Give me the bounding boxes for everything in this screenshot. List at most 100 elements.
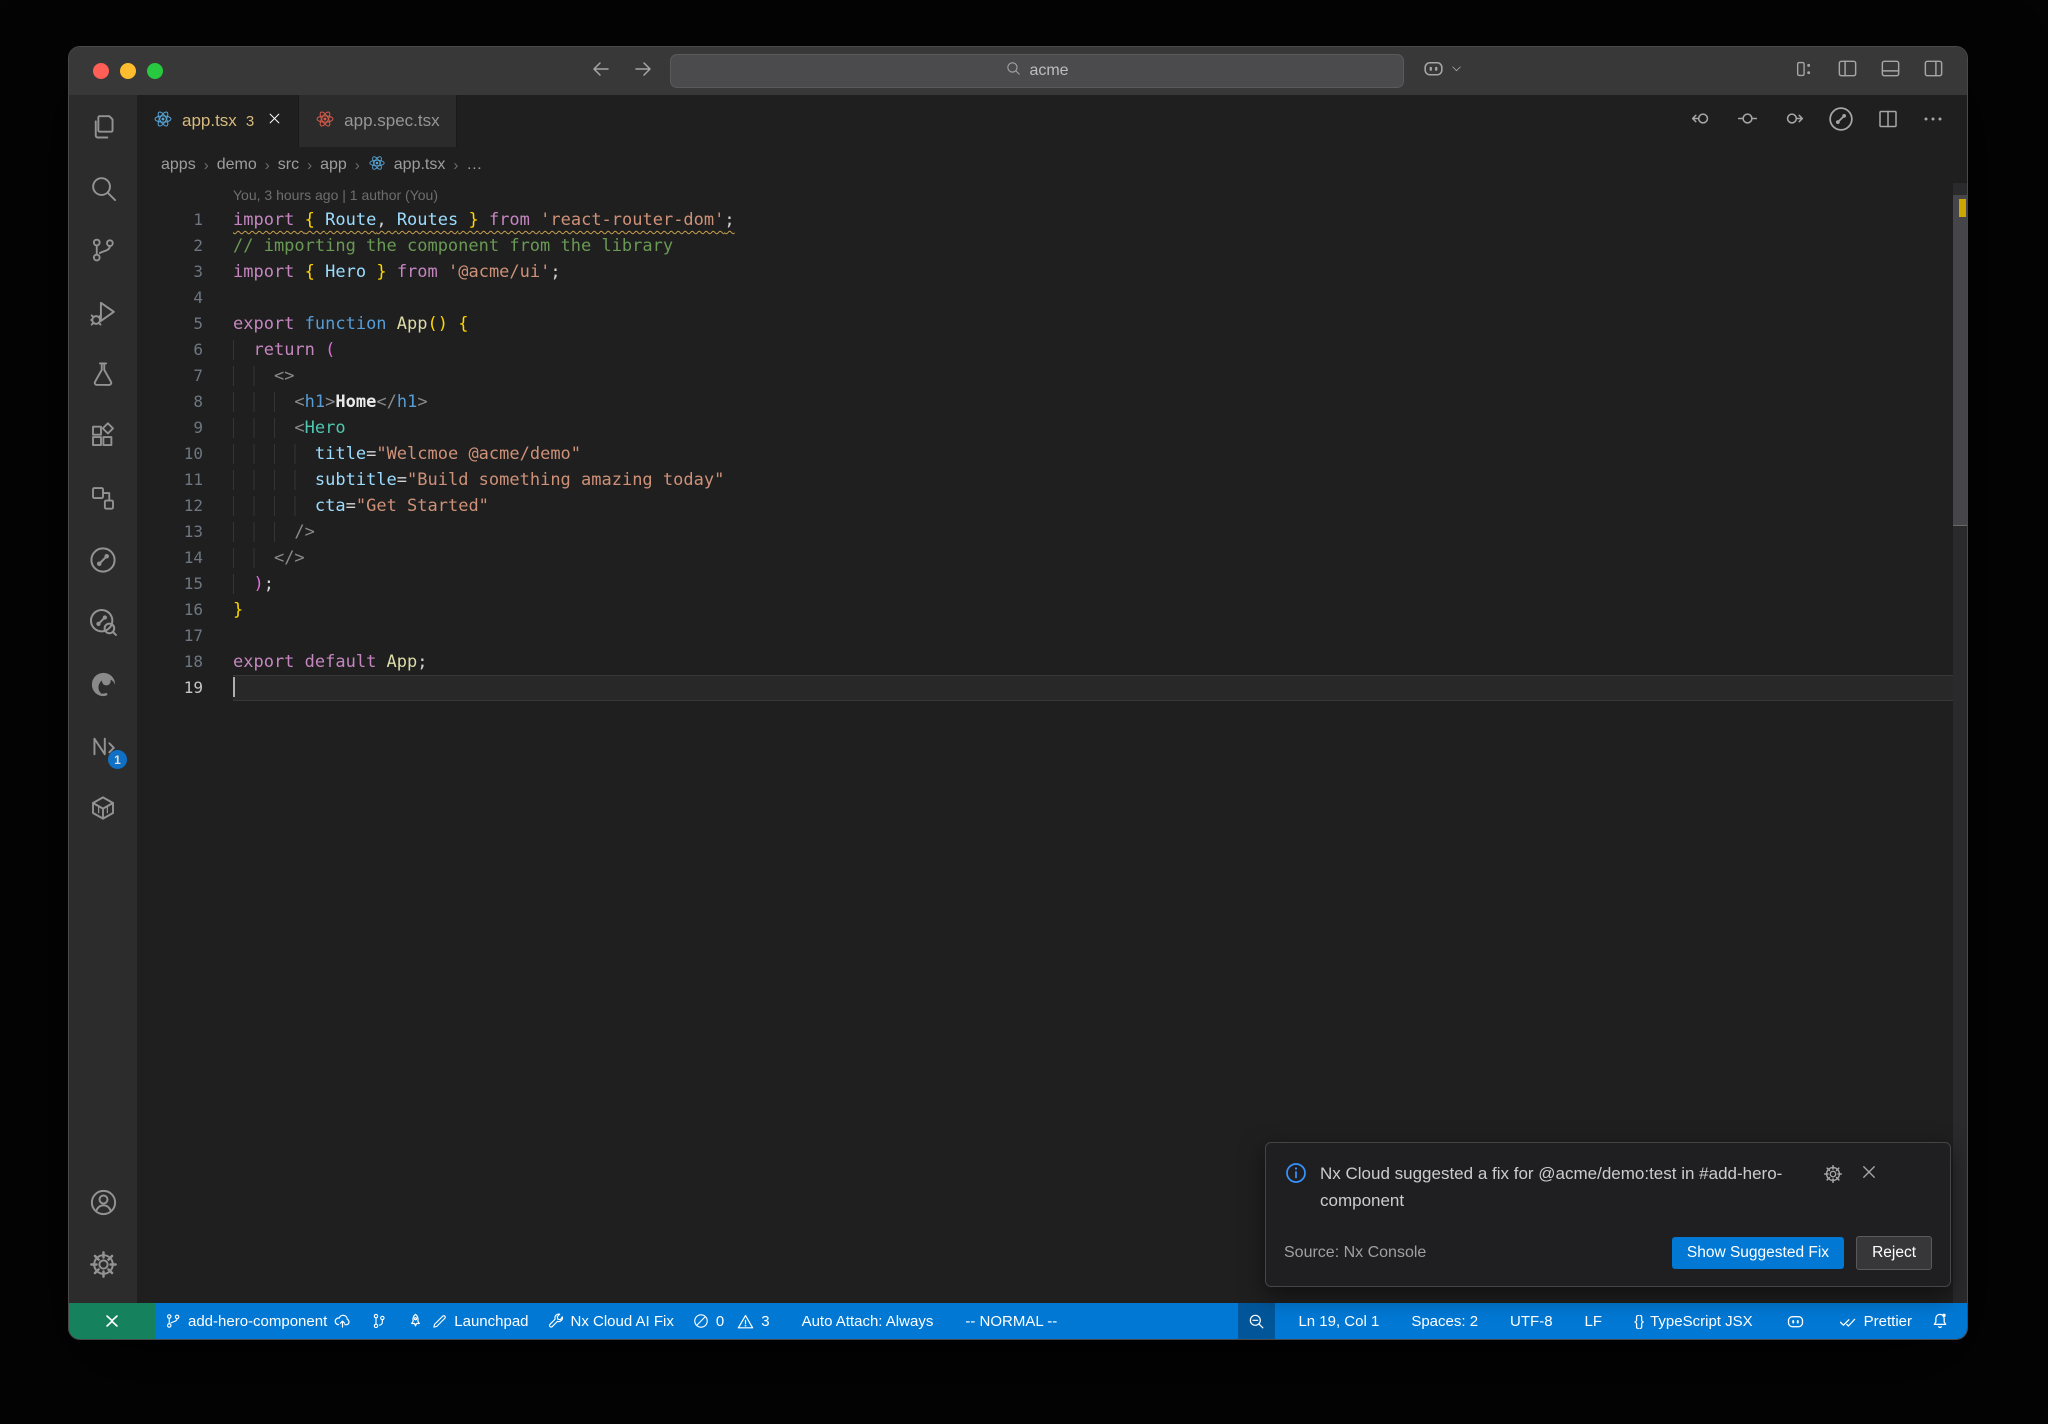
code-editor[interactable]: You, 3 hours ago | 1 author (You) 1 impor… [137, 183, 1967, 1303]
line-number: 9 [193, 418, 203, 437]
toggle-panel-icon[interactable] [1879, 57, 1902, 85]
navigate-next-change-icon[interactable] [1781, 106, 1806, 136]
desktop: { "colors": { "accent": "#0078d4", "remo… [0, 0, 2048, 1424]
nx-console-icon[interactable]: 1 [69, 715, 137, 777]
more-actions-icon[interactable] [1921, 107, 1945, 136]
line-content: <> [233, 363, 1953, 389]
navigate-forward-icon[interactable] [631, 57, 655, 86]
breadcrumb-item[interactable]: app [320, 156, 347, 174]
containers-icon[interactable] [69, 777, 137, 839]
indentation-status[interactable]: Spaces: 2 [1402, 1303, 1487, 1339]
info-icon [1284, 1161, 1308, 1214]
split-editor-icon[interactable] [1876, 107, 1900, 136]
search-icon[interactable] [69, 157, 137, 219]
close-notification-icon[interactable] [1860, 1163, 1878, 1186]
line-number: 14 [183, 548, 203, 567]
explorer-icon[interactable] [69, 95, 137, 157]
navigate-previous-change-icon[interactable] [1689, 106, 1714, 136]
code-line: 7 <> [137, 363, 1953, 389]
react-test-file-icon [315, 109, 335, 134]
close-tab-icon[interactable] [267, 111, 282, 131]
line-number: 7 [193, 366, 203, 385]
language-mode-status[interactable]: {} TypeScript JSX [1625, 1303, 1762, 1339]
copilot-menu-button[interactable] [1421, 56, 1463, 86]
line-content [233, 285, 1953, 311]
error-count: 0 [715, 1312, 725, 1330]
tab-app-spec-tsx[interactable]: app.spec.tsx [299, 95, 457, 147]
auto-attach-status[interactable]: Auto Attach: Always [793, 1303, 943, 1339]
nx-project-graph-icon[interactable] [69, 529, 137, 591]
scrollbar-thumb[interactable] [1953, 195, 1967, 526]
line-content: return ( [233, 337, 1953, 363]
formatter-status[interactable]: Prettier [1829, 1303, 1921, 1339]
line-content: </> [233, 545, 1953, 571]
edge-browser-icon[interactable] [69, 653, 137, 715]
copilot-icon [1421, 56, 1446, 86]
code-line: 17 [137, 623, 1953, 649]
code-line: 16} [137, 597, 1953, 623]
settings-gear-icon[interactable] [69, 1233, 137, 1295]
line-content: } [233, 600, 244, 620]
nx-cloud-ai-fix-status[interactable]: Nx Cloud AI Fix [538, 1303, 683, 1339]
notifications-bell-icon[interactable] [1921, 1303, 1959, 1339]
extensions-icon[interactable] [69, 405, 137, 467]
testing-icon[interactable] [69, 343, 137, 405]
line-content: /> [233, 519, 1953, 545]
customize-layout-icon[interactable] [1794, 58, 1816, 85]
close-window-button[interactable] [93, 63, 109, 79]
compare-changes-status[interactable] [361, 1303, 397, 1339]
line-content: // importing the component from the libr… [233, 236, 674, 256]
zoom-out-status[interactable] [1238, 1303, 1276, 1339]
breadcrumb-item[interactable]: app.tsx [394, 156, 446, 174]
references-icon[interactable] [69, 467, 137, 529]
problems-status[interactable]: 0 3 [683, 1303, 779, 1339]
toggle-secondary-sidebar-icon[interactable] [1922, 57, 1945, 85]
nx-fix-label: Nx Cloud AI Fix [570, 1312, 674, 1330]
vim-mode-status[interactable]: -- NORMAL -- [956, 1303, 1066, 1339]
breadcrumb-item[interactable]: demo [217, 156, 257, 174]
search-value: acme [1029, 62, 1069, 79]
git-branch-status[interactable]: add-hero-component [155, 1303, 361, 1339]
line-number: 5 [193, 314, 203, 333]
code-line: 9 <Hero [137, 415, 1953, 441]
window-controls [93, 63, 163, 79]
chevron-down-icon [1450, 62, 1463, 80]
zoom-window-button[interactable] [147, 63, 163, 79]
activity-bar: 1 [69, 95, 137, 1303]
toggle-primary-sidebar-icon[interactable] [1836, 57, 1859, 85]
run-and-debug-icon[interactable] [69, 281, 137, 343]
code-line: 6 return ( [137, 337, 1953, 363]
minimize-window-button[interactable] [120, 63, 136, 79]
breadcrumb-item[interactable]: src [278, 156, 299, 174]
show-suggested-fix-button[interactable]: Show Suggested Fix [1671, 1237, 1845, 1269]
breadcrumb-item[interactable]: apps [161, 156, 196, 174]
navigate-back-icon[interactable] [589, 57, 613, 86]
tab-label: app.tsx [182, 111, 237, 130]
remote-indicator[interactable] [69, 1303, 155, 1339]
copilot-status[interactable] [1776, 1303, 1815, 1339]
editor-actions [1667, 95, 1967, 147]
commit-graph-icon[interactable] [1827, 105, 1855, 138]
notification-settings-gear-icon[interactable] [1822, 1163, 1844, 1190]
code-line: 8 <h1>Home</h1> [137, 389, 1953, 415]
code-line: 1 import { Route, Routes } from 'react-ro… [137, 207, 1953, 233]
nx-graph-search-icon[interactable] [69, 591, 137, 653]
line-content: title="Welcmoe @acme/demo" [233, 441, 1953, 467]
line-content: <Hero [233, 415, 1953, 441]
encoding-status[interactable]: UTF-8 [1501, 1303, 1562, 1339]
launchpad-status[interactable]: Launchpad [397, 1303, 537, 1339]
eol-status[interactable]: LF [1576, 1303, 1612, 1339]
breadcrumb-ellipsis[interactable]: … [466, 156, 482, 174]
reject-button[interactable]: Reject [1856, 1236, 1932, 1270]
line-number: 18 [183, 652, 203, 671]
tab-app-tsx[interactable]: app.tsx 3 [137, 95, 300, 147]
line-content: import { Route, Routes } from 'react-rou… [233, 210, 735, 230]
current-change-icon[interactable] [1735, 106, 1760, 136]
source-control-icon[interactable] [69, 219, 137, 281]
search-icon [1005, 60, 1022, 82]
code-line: 3 import { Hero } from '@acme/ui'; [137, 259, 1953, 285]
command-center-search[interactable]: acme [670, 54, 1404, 88]
accounts-icon[interactable] [69, 1171, 137, 1233]
cursor-position-status[interactable]: Ln 19, Col 1 [1289, 1303, 1388, 1339]
editor-scrollbar[interactable] [1953, 183, 1967, 1303]
